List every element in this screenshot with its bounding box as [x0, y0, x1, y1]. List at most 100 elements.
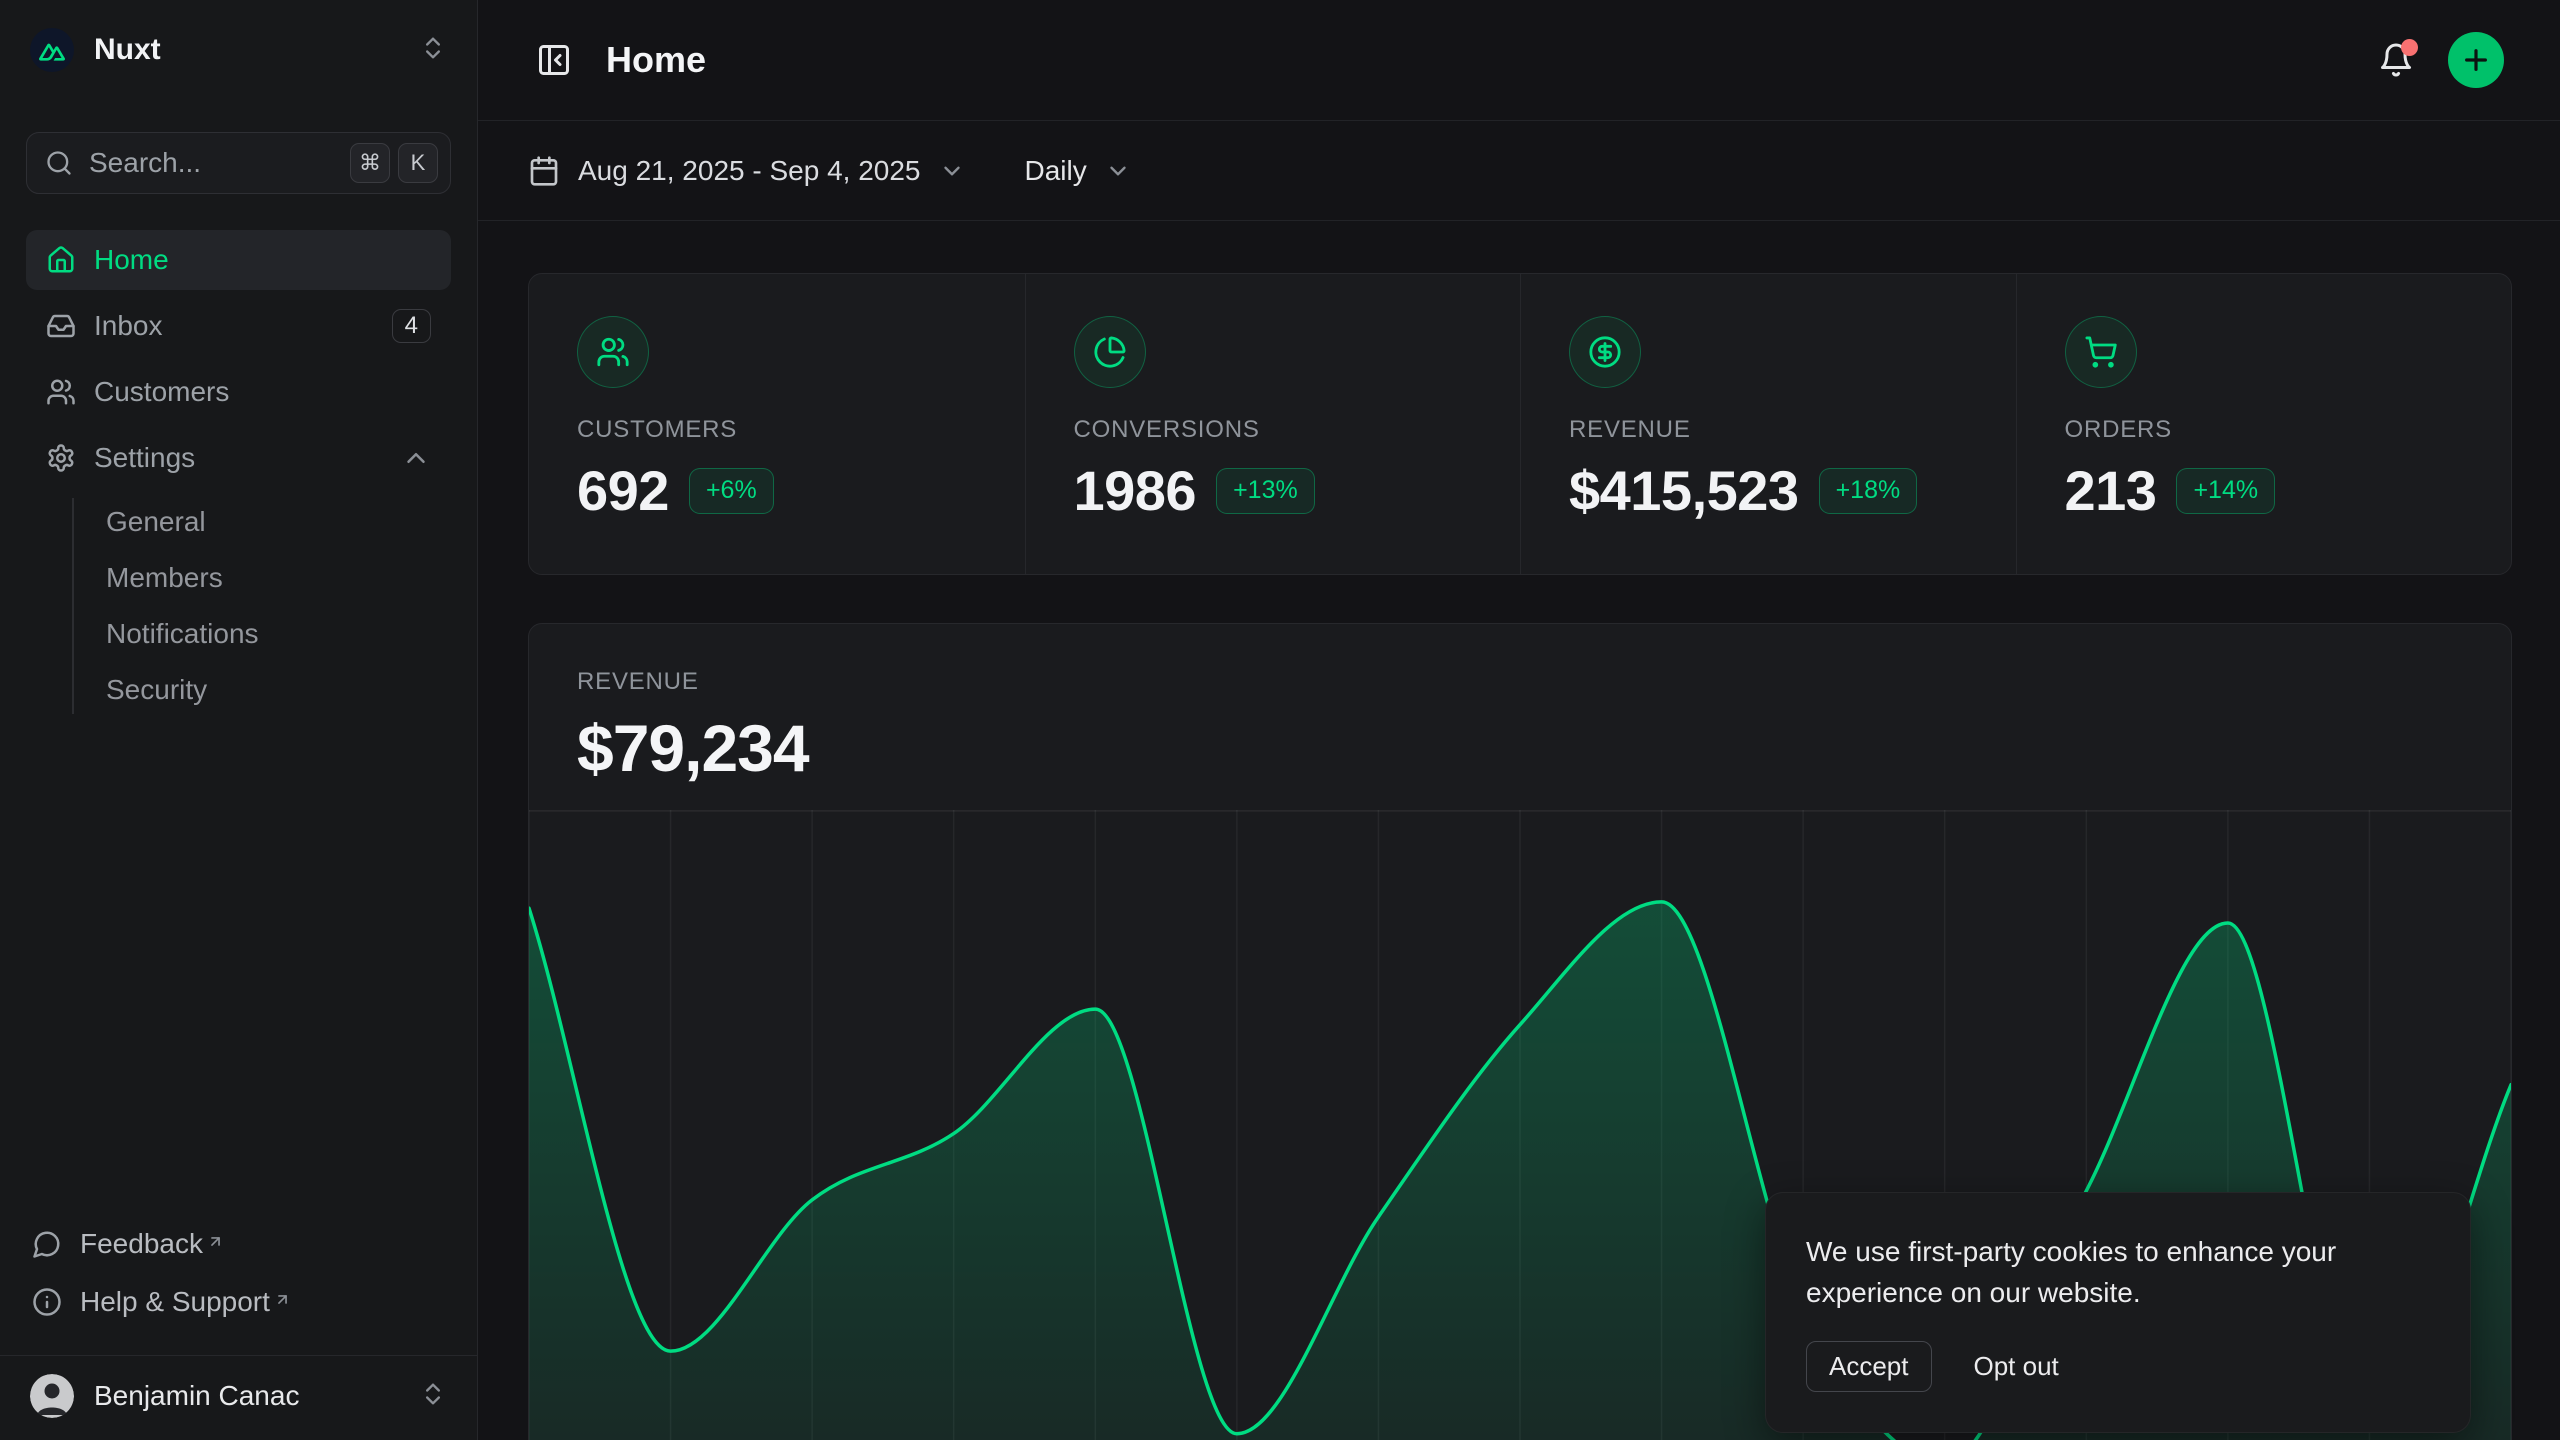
sidebar-nav: Home Inbox4 Customers Settings General Member…	[26, 230, 451, 728]
date-range-picker[interactable]: Aug 21, 2025 - Sep 4, 2025	[528, 155, 965, 187]
calendar-icon	[528, 155, 560, 187]
sidebar-item-inbox[interactable]: Inbox4	[26, 296, 451, 356]
stat-card-conversions: CONVERSIONS 1986 +13%	[1025, 274, 1521, 574]
sidebar-item-feedback[interactable]: Feedback	[26, 1215, 451, 1273]
revenue-chart-label: REVENUE	[577, 668, 2463, 696]
sidebar-subitem-members[interactable]: Members	[104, 550, 451, 606]
chevron-up-icon	[401, 443, 431, 473]
stat-value: 213	[2065, 458, 2157, 523]
circle-dollar-icon	[1569, 316, 1641, 388]
cookie-actions: Accept Opt out	[1806, 1341, 2430, 1392]
sidebar-item-label: Inbox	[94, 310, 392, 342]
nuxt-logo-glyph	[39, 39, 65, 61]
sidebar-item-home[interactable]: Home	[26, 230, 451, 290]
stat-value: $415,523	[1569, 458, 1799, 523]
page-title: Home	[606, 39, 706, 81]
sidebar-item-label: Settings	[94, 442, 401, 474]
search-input[interactable]	[89, 147, 342, 179]
chevron-down-icon	[1105, 158, 1131, 184]
chevron-up-icon	[401, 443, 431, 473]
users-icon	[596, 335, 630, 369]
user-menu[interactable]: Benjamin Canac	[0, 1355, 477, 1440]
sidebar-subitem-label: General	[106, 506, 206, 538]
stat-delta-badge: +13%	[1216, 468, 1315, 514]
sidebar-item-label: Home	[94, 244, 431, 276]
nuxt-logo-icon	[30, 28, 74, 72]
notifications-button[interactable]	[2378, 42, 2414, 78]
sidebar-collapse-button[interactable]	[528, 34, 580, 86]
search-icon	[45, 149, 73, 177]
inbox-icon	[46, 311, 76, 341]
kbd-meta: ⌘	[350, 143, 390, 183]
sidebar-footer: Feedback Help & Support	[26, 1215, 451, 1355]
stat-value: 1986	[1074, 458, 1197, 523]
sidebar-item-customers[interactable]: Customers	[26, 362, 451, 422]
user-name: Benjamin Canac	[94, 1380, 419, 1412]
sidebar-subitem-label: Notifications	[106, 618, 259, 650]
stat-label: CONVERSIONS	[1074, 416, 1473, 444]
sidebar-item-settings[interactable]: Settings	[26, 428, 451, 488]
sidebar-subitem-label: Members	[106, 562, 223, 594]
arrow-up-right-icon	[274, 1283, 291, 1315]
workspace-switcher[interactable]: Nuxt	[26, 0, 451, 100]
sidebar-subitem-label: Security	[106, 674, 207, 706]
info-icon	[32, 1287, 62, 1317]
stat-label: REVENUE	[1569, 416, 1968, 444]
stat-delta-badge: +6%	[689, 468, 774, 514]
user-avatar	[30, 1374, 74, 1418]
notification-dot	[2401, 39, 2418, 56]
chevrons-up-down-icon	[419, 34, 447, 67]
sidebar-subitem-security[interactable]: Security	[104, 662, 451, 718]
shopping-cart-icon	[2084, 335, 2118, 369]
stat-label: CUSTOMERS	[577, 416, 977, 444]
granularity-select[interactable]: Daily	[1025, 155, 1131, 187]
sidebar-subitem-notifications[interactable]: Notifications	[104, 606, 451, 662]
users-icon	[46, 377, 76, 407]
revenue-chart-header: REVENUE $79,234	[529, 624, 2511, 786]
sidebar: Nuxt ⌘ K Home Inbox4 Customers Settings Gene…	[0, 0, 478, 1440]
house-icon	[46, 245, 76, 275]
help-support-label: Help & Support	[80, 1286, 270, 1318]
plus-icon	[2460, 44, 2492, 76]
message-circle-icon	[32, 1229, 62, 1259]
arrow-up-right-icon	[207, 1225, 224, 1257]
stat-card-customers: CUSTOMERS 692 +6%	[529, 274, 1025, 574]
sidebar-item-help-support[interactable]: Help & Support	[26, 1273, 451, 1331]
page-header: Home	[478, 0, 2560, 121]
header-actions	[2378, 32, 2504, 88]
panel-left-close-icon	[536, 42, 572, 78]
settings-icon	[46, 443, 76, 473]
shopping-cart-icon	[2065, 316, 2137, 388]
stat-card-revenue: REVENUE $415,523 +18%	[1520, 274, 2016, 574]
users-icon	[577, 316, 649, 388]
feedback-label: Feedback	[80, 1228, 203, 1260]
chevron-down-icon	[939, 158, 965, 184]
cookie-message: We use first-party cookies to enhance yo…	[1806, 1231, 2396, 1313]
sidebar-subitem-general[interactable]: General	[104, 494, 451, 550]
stat-label: ORDERS	[2065, 416, 2464, 444]
chart-pie-icon	[1074, 316, 1146, 388]
granularity-value: Daily	[1025, 155, 1087, 187]
stat-value: 692	[577, 458, 669, 523]
add-button[interactable]	[2448, 32, 2504, 88]
kbd-k: K	[398, 143, 438, 183]
sidebar-item-label: Customers	[94, 376, 431, 408]
cookie-banner: We use first-party cookies to enhance yo…	[1765, 1192, 2471, 1433]
cookie-accept-button[interactable]: Accept	[1806, 1341, 1932, 1392]
workspace-title: Nuxt	[94, 33, 419, 67]
sidebar-sublist-settings: General Members Notifications Security	[26, 494, 451, 718]
date-range-value: Aug 21, 2025 - Sep 4, 2025	[578, 155, 921, 187]
sidebar-spacer	[26, 728, 451, 1215]
inbox-count-badge: 4	[392, 309, 431, 343]
revenue-chart-value: $79,234	[577, 710, 2463, 786]
stat-delta-badge: +18%	[1819, 468, 1918, 514]
stat-card-orders: ORDERS 213 +14%	[2016, 274, 2512, 574]
filter-bar: Aug 21, 2025 - Sep 4, 2025 Daily	[478, 121, 2560, 221]
cookie-optout-button[interactable]: Opt out	[1974, 1351, 2059, 1382]
chevrons-up-down-icon	[419, 1380, 447, 1413]
search-field[interactable]: ⌘ K	[26, 132, 451, 194]
stat-delta-badge: +14%	[2176, 468, 2275, 514]
chart-pie-icon	[1093, 335, 1127, 369]
stats-row: CUSTOMERS 692 +6% CONVERSIONS 1986 +13% REVENU…	[528, 273, 2512, 575]
circle-dollar-icon	[1588, 335, 1622, 369]
